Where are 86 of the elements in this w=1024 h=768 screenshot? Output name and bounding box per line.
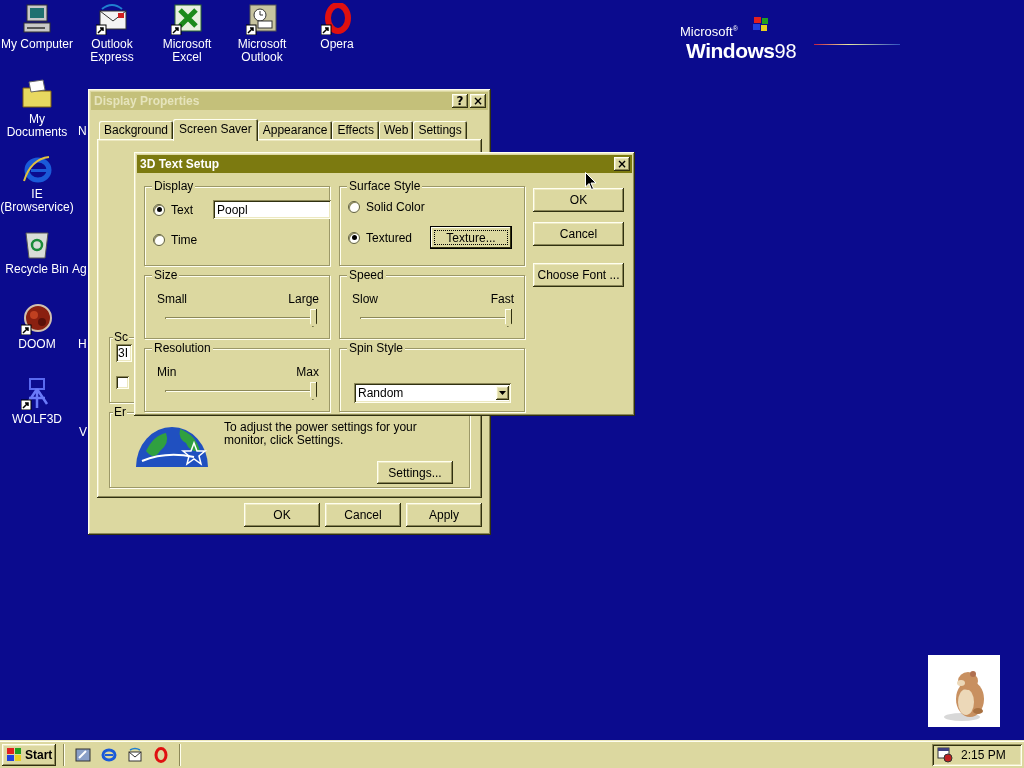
slider-track[interactable] xyxy=(165,380,317,402)
checkbox[interactable] xyxy=(116,376,129,389)
icon-label[interactable]: Recycle Bin xyxy=(5,263,69,276)
icon-label[interactable]: Microsoft Excel xyxy=(150,38,224,64)
logo-product: Windows xyxy=(686,41,775,62)
slider-min-label: Min xyxy=(157,365,177,379)
group-label: Surface Style xyxy=(347,179,423,193)
computer-icon xyxy=(21,3,53,35)
close-button[interactable]: × xyxy=(470,94,486,108)
tab[interactable]: Appearance xyxy=(257,121,333,139)
icon-label[interactable]: IE (Browservice) xyxy=(0,188,74,214)
slider-track[interactable] xyxy=(360,307,512,329)
slider-min-label: Slow xyxy=(352,292,378,306)
tab[interactable]: Background xyxy=(99,121,174,139)
icon-label: Ag xyxy=(72,263,87,276)
browser-icon xyxy=(21,153,53,185)
envelope-icon xyxy=(96,3,128,35)
disc-icon xyxy=(21,303,53,335)
slider-max-label: Large xyxy=(288,292,319,306)
logo-brand: Microsoft$^{®}$ xyxy=(680,23,738,40)
text-field[interactable]: Poopl xyxy=(213,200,331,219)
dialog-button[interactable]: Cancel xyxy=(325,503,401,527)
slider-max-label: Fast xyxy=(490,292,514,306)
group-label: Er xyxy=(113,405,127,419)
group-label: Sc xyxy=(113,330,129,344)
radio-label[interactable]: Textured xyxy=(366,230,413,245)
tab[interactable]: Screen Saver xyxy=(173,119,258,141)
start-button[interactable]: Start xyxy=(2,744,57,766)
group-label: Size xyxy=(152,268,180,282)
icon-label[interactable]: DOOM xyxy=(18,338,56,351)
slider-thumb[interactable] xyxy=(310,382,317,400)
group-label: Display xyxy=(152,179,196,193)
radio-label[interactable]: Text xyxy=(171,202,193,217)
window-title: Display Properties xyxy=(94,94,200,108)
windows-flag-icon xyxy=(5,747,23,763)
dialog-button[interactable]: Choose Font ... xyxy=(533,263,624,287)
tab[interactable]: Settings xyxy=(413,121,467,139)
ring-icon xyxy=(153,747,170,763)
icon-label[interactable]: My Computer xyxy=(1,38,73,51)
logo-version: 98 xyxy=(774,41,797,62)
tab[interactable]: Web xyxy=(378,121,414,139)
slider-thumb[interactable] xyxy=(505,309,512,327)
dialog-button[interactable]: Apply xyxy=(406,503,482,527)
scheduler-icon[interactable] xyxy=(937,747,953,763)
radio-label[interactable]: Time xyxy=(171,233,198,247)
slider-min-label: Small xyxy=(157,292,187,306)
clock-icon xyxy=(246,3,278,35)
radio-button[interactable] xyxy=(153,234,165,246)
slider-max-label: Max xyxy=(296,365,319,379)
browser-icon xyxy=(101,747,118,763)
dialog-button[interactable]: OK xyxy=(533,188,624,212)
radio-button[interactable] xyxy=(348,231,360,244)
settings-button[interactable]: Settings... xyxy=(377,461,453,484)
icon-label[interactable]: Opera xyxy=(320,38,354,51)
dialog-button[interactable]: OK xyxy=(244,503,320,527)
spreadsheet-icon xyxy=(171,3,203,35)
slider-track[interactable] xyxy=(165,307,317,329)
radio-label[interactable]: Solid Color xyxy=(366,200,425,214)
icon-label[interactable]: Microsoft Outlook xyxy=(225,38,299,64)
ring-icon xyxy=(321,3,353,35)
group-label: Spin Style xyxy=(347,341,406,355)
dialog-button[interactable]: Cancel xyxy=(533,222,624,246)
icon-label[interactable]: Outlook Express xyxy=(75,38,149,64)
icon-label: V xyxy=(79,426,87,439)
close-button[interactable]: × xyxy=(614,157,630,171)
icon-label: H xyxy=(78,338,87,351)
window-title: 3D Text Setup xyxy=(140,157,220,171)
group-label: Resolution xyxy=(152,341,213,355)
help-button[interactable]: ? xyxy=(452,94,468,108)
group-label: Speed xyxy=(347,268,386,282)
dropdown[interactable]: 3I xyxy=(116,344,132,362)
folder-icon xyxy=(21,78,53,110)
radio-button[interactable] xyxy=(348,201,360,213)
envelope-icon xyxy=(127,747,144,763)
dropdown-arrow-icon xyxy=(499,391,506,395)
pointer-icon xyxy=(585,172,597,191)
energy-description: To adjust the power settings for your monitor, click Settings. xyxy=(224,421,418,449)
slider-thumb[interactable] xyxy=(310,309,317,327)
icon-label: N xyxy=(78,125,87,138)
dropdown[interactable]: Random xyxy=(354,383,511,403)
clock: 2:15 PM xyxy=(961,748,1006,762)
icon-label[interactable]: My Documents xyxy=(0,113,74,139)
tab[interactable]: Effects xyxy=(332,121,379,139)
desktop-icon xyxy=(75,747,92,763)
icon-label[interactable]: WOLF3D xyxy=(12,413,62,426)
texture-button[interactable]: Texture... xyxy=(430,226,512,249)
